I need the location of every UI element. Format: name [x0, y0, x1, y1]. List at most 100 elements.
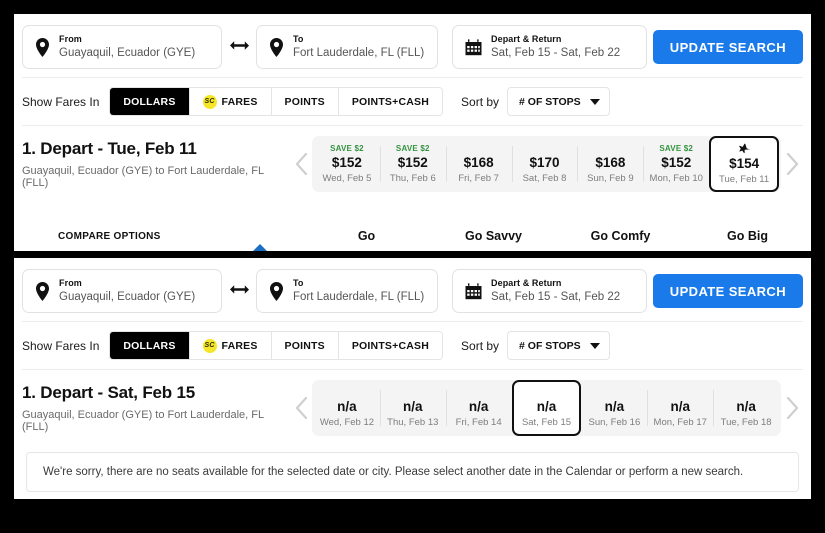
- fare-date-label: Sat, Feb 15: [521, 417, 572, 428]
- fare-date-card[interactable]: $170 Sat, Feb 8: [511, 136, 578, 192]
- location-pin-icon: [269, 37, 284, 57]
- compare-column-go[interactable]: Go: [303, 229, 430, 243]
- compare-column-go-big[interactable]: Go Big: [684, 229, 811, 243]
- fare-date-card[interactable]: SAVE $2 $152 Mon, Feb 10: [643, 136, 709, 192]
- to-label: To: [293, 34, 304, 45]
- fare-date-card[interactable]: n/a Sun, Feb 16: [581, 380, 647, 436]
- depart-return-date-field[interactable]: Depart & Return Sat, Feb 15 - Sat, Feb 2…: [452, 269, 647, 313]
- fare-savings-badge: SAVE $2: [330, 144, 364, 153]
- fare-date-card[interactable]: $168 Fri, Feb 7: [445, 136, 512, 192]
- show-fares-in-label: Show Fares In: [22, 338, 100, 353]
- fare-date-strip: n/a Wed, Feb 12 n/a Thu, Feb 13 n/a Fri, Feb …: [312, 380, 781, 436]
- sort-by-value: # OF STOPS: [519, 339, 581, 352]
- fare-price: $154: [729, 156, 760, 171]
- fare-type-option-points[interactable]: POINTS: [271, 332, 339, 359]
- calendar-icon: [465, 282, 482, 300]
- fare-date-card[interactable]: n/a Wed, Feb 12: [314, 380, 380, 436]
- chevron-down-icon: [589, 98, 600, 105]
- fare-date-label: Fri, Feb 7: [458, 173, 499, 184]
- fare-date-card[interactable]: n/a Sat, Feb 15: [511, 380, 582, 436]
- sort-by-value: # OF STOPS: [519, 95, 581, 108]
- fare-filter-row: Show Fares In DOLLARS SC FARES POINTS POINTS…: [14, 322, 811, 369]
- fare-date-card[interactable]: SAVE $2 $152 Thu, Feb 6: [379, 136, 446, 192]
- fare-date-label: Sun, Feb 9: [587, 173, 634, 184]
- fare-date-card[interactable]: SAVE $2 $152 Wed, Feb 5: [314, 136, 380, 192]
- show-fares-in-label: Show Fares In: [22, 94, 100, 109]
- fare-date-label: Mon, Feb 10: [649, 173, 703, 184]
- page-title: 1. Depart - Tue, Feb 11: [22, 139, 197, 158]
- sort-by-select[interactable]: # OF STOPS: [507, 331, 610, 360]
- fare-price: n/a: [736, 399, 756, 414]
- chevron-left-icon[interactable]: [290, 153, 312, 175]
- fare-type-option-points[interactable]: POINTS: [271, 88, 339, 115]
- location-pin-icon: [35, 281, 50, 301]
- fare-type-option-label: DOLLARS: [123, 339, 176, 352]
- route-subtitle: Guayaquil, Ecuador (GYE) to Fort Lauderd…: [22, 409, 264, 433]
- fare-type-option-dollars[interactable]: DOLLARS: [110, 332, 190, 359]
- fare-price: n/a: [337, 399, 357, 414]
- fare-type-option-label: POINTS+CASH: [351, 339, 430, 352]
- fare-type-option-points-plus-cash[interactable]: POINTS+CASH: [338, 332, 443, 359]
- sc-points-badge-icon: SC: [202, 338, 217, 353]
- swap-arrows-icon[interactable]: [222, 284, 256, 298]
- screen-root: From Guayaquil, Ecuador (GYE) To Fort La…: [0, 0, 825, 533]
- fare-type-option-label: FARES: [221, 95, 258, 108]
- chevron-right-icon[interactable]: [781, 397, 803, 419]
- from-value: Guayaquil, Ecuador (GYE): [59, 290, 196, 303]
- fare-type-option-label: DOLLARS: [123, 95, 176, 108]
- fare-type-option-points-plus-cash[interactable]: POINTS+CASH: [338, 88, 443, 115]
- fare-type-option-fares[interactable]: SC FARES: [189, 88, 272, 115]
- sort-by-label: Sort by: [461, 338, 500, 353]
- compare-columns: Go Go Savvy Go Comfy Go Big: [303, 229, 811, 243]
- to-field[interactable]: To Fort Lauderdale, FL (FLL): [256, 25, 438, 69]
- sort-by-label: Sort by: [461, 94, 500, 109]
- fare-type-option-label: POINTS: [284, 339, 325, 352]
- fare-date-label: Thu, Feb 13: [387, 417, 439, 428]
- location-pin-icon: [35, 37, 50, 57]
- fare-date-card[interactable]: n/a Fri, Feb 14: [445, 380, 512, 436]
- fare-date-label: Fri, Feb 14: [455, 417, 502, 428]
- fare-date-label: Wed, Feb 12: [319, 417, 375, 428]
- date-label: Depart & Return: [491, 278, 562, 289]
- search-bar: From Guayaquil, Ecuador (GYE) To Fort La…: [14, 14, 811, 77]
- to-label: To: [293, 278, 304, 289]
- fare-date-card[interactable]: $154 Tue, Feb 11: [709, 136, 780, 192]
- update-search-button[interactable]: UPDATE SEARCH: [652, 274, 803, 308]
- calendar-icon: [465, 38, 482, 56]
- fare-date-label: Wed, Feb 5: [322, 173, 372, 184]
- from-label: From: [59, 278, 82, 289]
- fare-date-strip: SAVE $2 $152 Wed, Feb 5 SAVE $2 $152 Thu, Feb…: [312, 136, 781, 192]
- fare-type-option-dollars[interactable]: DOLLARS: [110, 88, 190, 115]
- fare-date-label: Sat, Feb 8: [522, 173, 567, 184]
- fare-price: n/a: [403, 399, 423, 414]
- chevron-right-icon[interactable]: [781, 153, 803, 175]
- depart-return-date-field[interactable]: Depart & Return Sat, Feb 15 - Sat, Feb 2…: [452, 25, 647, 69]
- fare-type-option-fares[interactable]: SC FARES: [189, 332, 272, 359]
- fare-type-option-label: POINTS+CASH: [351, 95, 430, 108]
- compare-column-go-savvy[interactable]: Go Savvy: [430, 229, 557, 243]
- depart-section: 1. Depart - Sat, Feb 15 Guayaquil, Ecuad…: [14, 370, 811, 436]
- update-search-button[interactable]: UPDATE SEARCH: [652, 30, 803, 64]
- fare-price: $168: [595, 155, 626, 170]
- chevron-left-icon[interactable]: [290, 397, 312, 419]
- fare-date-card[interactable]: n/a Thu, Feb 13: [379, 380, 446, 436]
- fare-date-card[interactable]: n/a Mon, Feb 17: [647, 380, 713, 436]
- fare-filter-row: Show Fares In DOLLARS SC FARES POINTS POINTS…: [14, 78, 811, 125]
- fare-price: $152: [397, 155, 428, 170]
- from-field[interactable]: From Guayaquil, Ecuador (GYE): [22, 269, 222, 313]
- fare-date-card[interactable]: n/a Tue, Feb 18: [713, 380, 779, 436]
- swap-arrows-icon[interactable]: [222, 40, 256, 54]
- sort-by-select[interactable]: # OF STOPS: [507, 87, 610, 116]
- search-bar: From Guayaquil, Ecuador (GYE) To Fort La…: [14, 258, 811, 321]
- depart-heading-group: 1. Depart - Tue, Feb 11 Guayaquil, Ecuad…: [22, 139, 290, 189]
- fare-type-segmented-control: DOLLARS SC FARES POINTS POINTS+CASH: [109, 331, 444, 360]
- fare-type-segmented-control: DOLLARS SC FARES POINTS POINTS+CASH: [109, 87, 444, 116]
- fare-date-card[interactable]: $168 Sun, Feb 9: [577, 136, 643, 192]
- fare-type-option-label: POINTS: [284, 95, 325, 108]
- flight-search-panel-primary: From Guayaquil, Ecuador (GYE) To Fort La…: [14, 14, 811, 251]
- from-field[interactable]: From Guayaquil, Ecuador (GYE): [22, 25, 222, 69]
- depart-section: 1. Depart - Tue, Feb 11 Guayaquil, Ecuad…: [14, 126, 811, 192]
- to-field[interactable]: To Fort Lauderdale, FL (FLL): [256, 269, 438, 313]
- fare-price: $168: [463, 155, 494, 170]
- compare-column-go-comfy[interactable]: Go Comfy: [557, 229, 684, 243]
